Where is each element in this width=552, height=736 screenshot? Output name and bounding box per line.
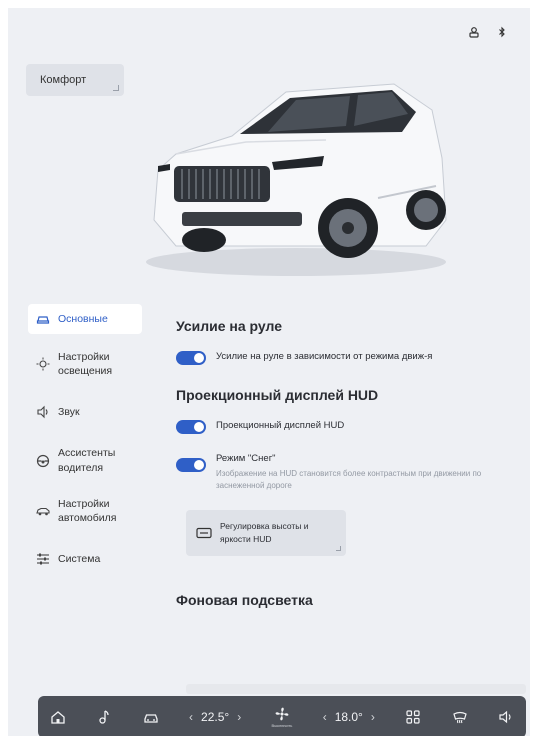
bluetooth-icon — [499, 26, 505, 38]
drive-mode-label: Комфорт — [40, 74, 87, 86]
expand-corner-icon — [113, 85, 119, 91]
steering-section-title: Усилие на руле — [176, 318, 282, 334]
sidebar-item-label: Система — [58, 552, 101, 565]
sidebar-item-vehicle[interactable]: Настройки автомобиля — [28, 491, 142, 531]
left-temp-decrease-icon[interactable]: ‹ — [189, 710, 193, 724]
home-icon[interactable] — [50, 709, 66, 725]
hud-section-title: Проекционный дисплей HUD — [176, 387, 379, 403]
windshield-defrost-icon[interactable] — [452, 709, 468, 725]
sidebar-item-assistants[interactable]: Ассистенты водителя — [28, 440, 142, 480]
snow-mode-label: Режим "Снег" — [216, 453, 276, 464]
sidebar-item-label: Настройки автомобиля — [58, 497, 117, 524]
snow-mode-toggle[interactable] — [176, 458, 206, 472]
hud-toggle[interactable] — [176, 420, 206, 434]
car-image — [146, 83, 447, 276]
snow-mode-row: Режим "Снег" Изображение на HUD становит… — [176, 452, 522, 492]
sidebar-item-main[interactable]: Основные — [28, 304, 142, 334]
fan-button[interactable]: Выключить — [271, 706, 293, 728]
right-temp-increase-icon[interactable]: › — [371, 710, 375, 724]
scrolled-content-peek — [186, 684, 526, 694]
hud-toggle-row: Проекционный дисплей HUD — [176, 419, 522, 434]
settings-content: Усилие на руле Усилие на руле в зависимо… — [176, 308, 522, 624]
sidebar-item-label: Ассистенты водителя — [58, 447, 116, 474]
settings-sidebar: Основные Настройки освещения Звук Ассист… — [28, 304, 142, 587]
light-icon — [36, 357, 50, 371]
drive-mode-button[interactable]: Комфорт — [26, 64, 124, 96]
sidebar-item-label: Звук — [58, 406, 80, 419]
music-icon[interactable] — [96, 709, 112, 725]
ambient-section-title: Фоновая подсветка — [176, 592, 313, 609]
car-side-icon — [36, 507, 50, 516]
snow-mode-description: Изображение на HUD становится более конт… — [216, 469, 482, 491]
speaker-icon — [37, 406, 48, 419]
sidebar-item-system[interactable]: Система — [28, 541, 142, 577]
sidebar-item-sound[interactable]: Звук — [28, 394, 142, 430]
left-temperature-control: ‹ 22.5° › — [189, 710, 241, 724]
screen: Комфорт Основные Настройки освещения Зву… — [8, 8, 530, 736]
car-outline-icon — [36, 316, 50, 324]
sidebar-item-lighting[interactable]: Настройки освещения — [28, 344, 142, 384]
car-icon[interactable] — [143, 709, 159, 725]
fan-icon — [275, 707, 289, 721]
status-bar — [468, 26, 508, 38]
hud-adjust-label: Регулировка высоты и яркости HUD — [220, 520, 309, 545]
right-temperature-control: ‹ 18.0° › — [323, 710, 375, 724]
steering-toggle-label: Усилие на руле в зависимости от режима д… — [216, 351, 433, 362]
steering-toggle[interactable] — [176, 351, 206, 365]
climate-dock: ‹ 22.5° › Выключить ‹ 18.0° › — [38, 696, 526, 736]
volume-icon[interactable] — [498, 709, 514, 725]
fan-caption: Выключить — [271, 723, 293, 728]
right-temperature-value: 18.0° — [334, 710, 363, 724]
right-temp-decrease-icon[interactable]: ‹ — [323, 710, 327, 724]
sidebar-item-label: Настройки освещения — [58, 351, 113, 378]
hud-adjust-button[interactable]: Регулировка высоты и яркости HUD — [186, 510, 346, 557]
apps-grid-icon[interactable] — [405, 709, 421, 725]
left-temperature-value: 22.5° — [201, 710, 230, 724]
user-icon[interactable] — [468, 26, 480, 38]
steering-toggle-row: Усилие на руле в зависимости от режима д… — [176, 350, 522, 365]
hud-icon — [196, 528, 212, 539]
expand-corner-icon — [336, 546, 341, 552]
sliders-icon — [37, 553, 49, 565]
sidebar-item-label: Основные — [58, 312, 108, 325]
steering-wheel-icon — [36, 454, 50, 467]
left-temp-increase-icon[interactable]: › — [237, 710, 241, 724]
hud-toggle-label: Проекционный дисплей HUD — [216, 420, 345, 431]
